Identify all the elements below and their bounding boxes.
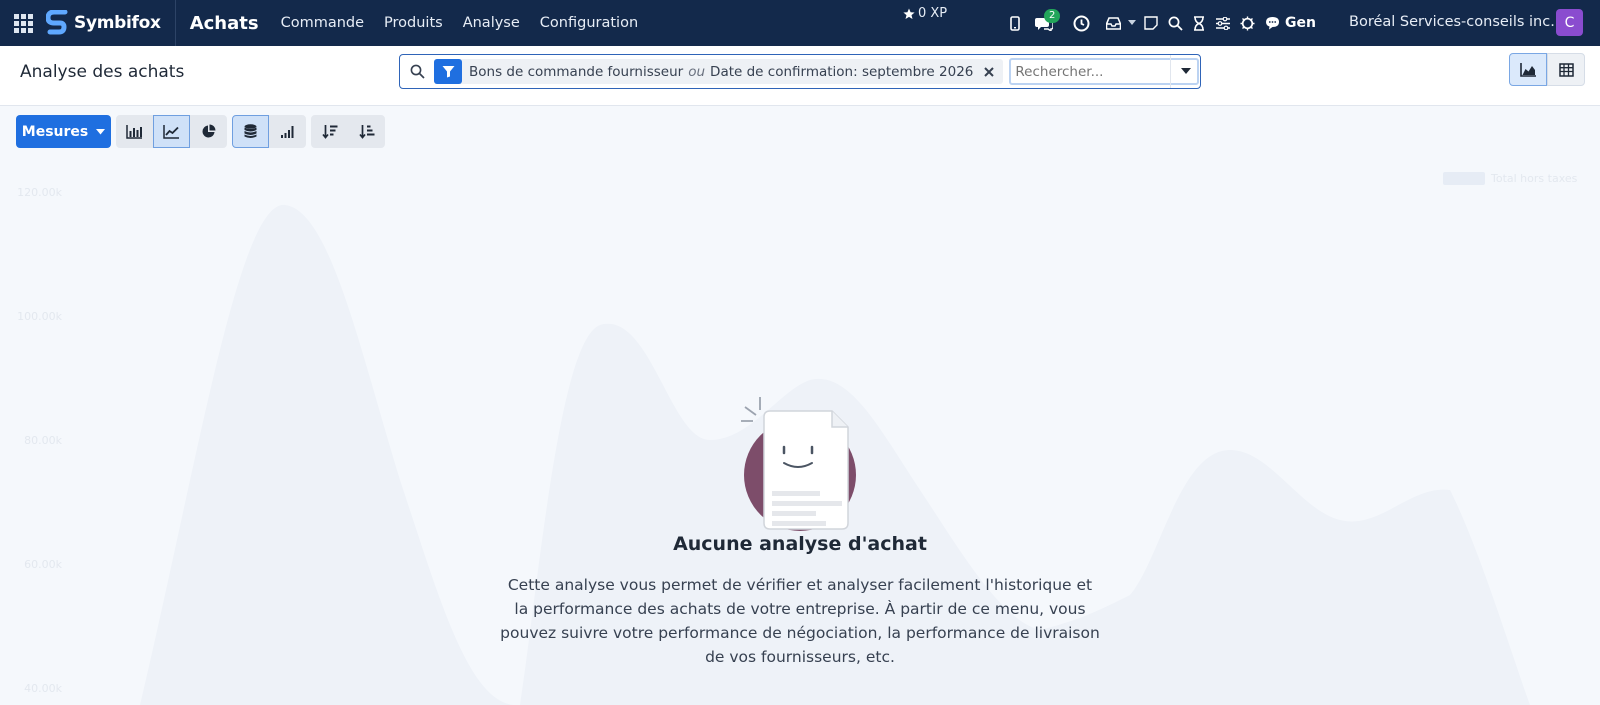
- hourglass-icon: [1194, 15, 1204, 31]
- star-icon: [903, 8, 915, 19]
- sort-descending-icon: [321, 125, 337, 139]
- mobile-icon: [1010, 15, 1020, 31]
- sort-ascending-icon: [358, 125, 374, 139]
- inbox-button[interactable]: [1101, 0, 1125, 46]
- area-chart-icon: [1519, 62, 1536, 77]
- menu-commande[interactable]: Commande: [281, 15, 364, 31]
- chart-type-group: [116, 115, 227, 148]
- filter-icon: [434, 59, 462, 84]
- inbox-dropdown[interactable]: [1125, 0, 1139, 46]
- y-tick-0: 120.00k: [17, 186, 62, 199]
- top-navbar: Symbifox Achats Commande Produits Analys…: [0, 0, 1600, 46]
- search-options-toggle[interactable]: [1170, 55, 1200, 88]
- menu-configuration[interactable]: Configuration: [540, 15, 638, 31]
- settings-sliders-button[interactable]: [1211, 0, 1235, 46]
- brand-name: Symbifox: [74, 13, 161, 33]
- table-icon: [1558, 62, 1574, 77]
- chat-button[interactable]: 2: [1027, 0, 1061, 46]
- grid-icon: [13, 13, 33, 33]
- line-chart-button[interactable]: [153, 115, 190, 148]
- caret-down-icon: [96, 128, 106, 134]
- timer-button[interactable]: [1187, 0, 1211, 46]
- pie-chart-icon: [202, 124, 216, 138]
- empty-state-title: Aucune analyse d'achat: [673, 533, 927, 555]
- gen-label: Gen: [1285, 15, 1316, 31]
- stack-order-group: [232, 115, 306, 148]
- close-icon: [984, 66, 995, 77]
- app-switcher-button[interactable]: [0, 0, 46, 46]
- graph-view-button[interactable]: [1509, 53, 1547, 86]
- sort-descending-button[interactable]: [311, 115, 348, 148]
- chat-badge: 2: [1044, 9, 1061, 23]
- caret-down-icon: [1180, 68, 1191, 74]
- y-tick-2: 80.00k: [24, 434, 62, 447]
- empty-state-description: Cette analyse vous permet de vérifier et…: [500, 576, 1100, 666]
- company-switcher[interactable]: Boréal Services-conseils inc.: [1349, 14, 1555, 30]
- xp-indicator[interactable]: 0 XP: [903, 6, 947, 21]
- inbox-icon: [1105, 16, 1121, 30]
- symbifox-logo-icon: [46, 10, 68, 35]
- search-bar: Bons de commande fournisseur ou Date de …: [399, 54, 1201, 89]
- measures-label: Mesures: [21, 123, 89, 140]
- view-switcher: [1509, 53, 1585, 86]
- legend-label: Total hors taxes: [1491, 172, 1578, 185]
- app-name[interactable]: Achats: [190, 13, 259, 34]
- avatar-letter: C: [1564, 14, 1575, 31]
- menu-analyse[interactable]: Analyse: [463, 15, 520, 31]
- caret-down-icon: [1128, 20, 1136, 25]
- bug-icon: [1240, 16, 1254, 30]
- bar-chart-icon: [126, 124, 142, 139]
- sort-group: [311, 115, 385, 148]
- search-tray-button[interactable]: [1163, 0, 1187, 46]
- line-chart-icon: [163, 124, 179, 139]
- search-icon: [400, 55, 434, 88]
- signal-bars-icon: [281, 126, 294, 138]
- measures-dropdown[interactable]: Mesures: [16, 115, 111, 148]
- mobile-button[interactable]: [1003, 0, 1027, 46]
- brand-logo[interactable]: Symbifox: [46, 0, 176, 46]
- bar-chart-button[interactable]: [116, 115, 153, 148]
- page-title: Analyse des achats: [20, 62, 185, 82]
- empty-document-icon: [741, 397, 856, 531]
- gen-ai-button[interactable]: Gen: [1265, 15, 1316, 31]
- database-icon: [244, 124, 257, 138]
- facet-value-1: Bons de commande fournisseur: [469, 63, 684, 80]
- pivot-view-button[interactable]: [1547, 53, 1585, 86]
- graph-toolbar: Mesures: [16, 115, 385, 148]
- facet-separator: ou: [688, 63, 706, 80]
- search-icon: [1168, 16, 1183, 31]
- speech-bubble-icon: [1266, 17, 1279, 30]
- control-panel: Analyse des achats Bons de commande four…: [0, 46, 1600, 106]
- filter-facet: Bons de commande fournisseur ou Date de …: [434, 59, 1004, 84]
- empty-state: Aucune analyse d'achat Cette analyse vou…: [480, 395, 1120, 669]
- facet-remove-button[interactable]: [981, 64, 997, 80]
- sticky-note-icon: [1144, 16, 1158, 30]
- y-tick-1: 100.00k: [17, 310, 62, 323]
- y-tick-4: 40.00k: [24, 682, 62, 695]
- sliders-icon: [1216, 16, 1230, 30]
- sort-ascending-button[interactable]: [348, 115, 385, 148]
- chart-legend: Total hors taxes: [1443, 172, 1577, 185]
- systray: 2 Gen: [1003, 0, 1316, 46]
- user-avatar[interactable]: C: [1556, 9, 1583, 36]
- clock-icon: [1073, 15, 1089, 31]
- menu-produits[interactable]: Produits: [384, 15, 443, 31]
- stacked-button[interactable]: [232, 115, 269, 148]
- legend-swatch: [1443, 172, 1485, 185]
- cumulative-button[interactable]: [269, 115, 306, 148]
- xp-value: 0 XP: [918, 6, 948, 21]
- bug-button[interactable]: [1235, 0, 1259, 46]
- note-button[interactable]: [1139, 0, 1163, 46]
- activity-button[interactable]: [1069, 0, 1093, 46]
- pie-chart-button[interactable]: [190, 115, 227, 148]
- y-tick-3: 60.00k: [24, 558, 62, 571]
- facet-value-2: Date de confirmation: septembre 2026: [710, 63, 974, 80]
